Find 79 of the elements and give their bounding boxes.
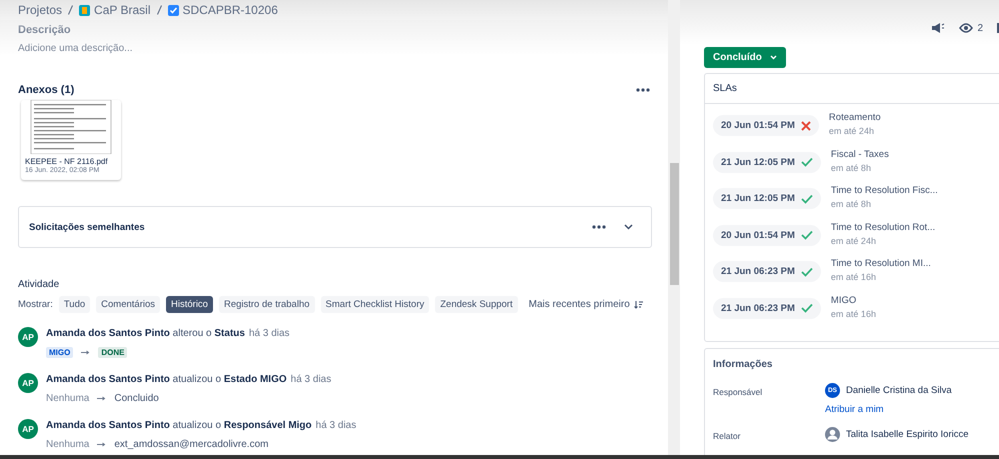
avatar: AP <box>18 419 38 439</box>
more-icon[interactable] <box>592 225 606 229</box>
sla-goal: em até 16h <box>830 308 876 318</box>
sla-time-badge: 20 Jun 01:54 PM <box>713 224 821 246</box>
filter-tab[interactable]: Tudo <box>58 296 90 313</box>
field-label: Responsável <box>713 386 764 399</box>
status-lozenge: DONE <box>98 347 128 358</box>
status-lozenge: MIGO <box>46 347 74 358</box>
filter-tab[interactable]: Registro de trabalho <box>218 296 315 313</box>
sla-time-badge: 21 Jun 06:23 PM <box>713 261 821 282</box>
user-icon <box>825 427 840 442</box>
panel-title: Informações <box>712 358 774 372</box>
sla-name: Time to Resolution Fisc... <box>830 185 938 196</box>
filter-tab[interactable]: Zendesk Support <box>435 296 518 313</box>
filter-tab[interactable]: Histórico <box>166 296 213 313</box>
scrollbar-thumb[interactable] <box>670 163 679 285</box>
check-icon <box>800 157 813 167</box>
sla-time-badge: 21 Jun 06:23 PM <box>713 298 821 318</box>
history-text: Amanda dos Santos Pinto atualizou o Estado MIGO há 3 dias <box>46 374 332 385</box>
filter-tab[interactable]: Smart Checklist History <box>320 296 430 313</box>
watcher-count: 2 <box>977 22 983 34</box>
user-name: Danielle Cristina da Silva <box>846 385 952 396</box>
filter-label: Mostrar: <box>18 299 53 310</box>
section-heading: Descrição <box>18 24 71 36</box>
field-label: Relator <box>713 430 742 442</box>
section-heading: Atividade <box>18 279 60 290</box>
sla-name: Time to Resolution Rot... <box>830 222 936 232</box>
arrow-icon <box>97 396 106 401</box>
arrow-icon <box>97 442 106 447</box>
sla-time-badge: 21 Jun 12:05 PM <box>713 188 821 209</box>
filter-tab[interactable]: Comentários <box>96 296 160 313</box>
sla-goal: em até 16h <box>830 272 877 282</box>
assign-link[interactable]: Atribuir a mim <box>825 404 884 415</box>
project-icon <box>79 4 90 16</box>
more-icon[interactable] <box>636 88 650 92</box>
old-value: Nenhuma <box>46 439 90 450</box>
status-button[interactable]: Concluído <box>704 47 786 68</box>
user-name: Talita Isabelle Espirito Ioricce <box>846 429 968 440</box>
section-heading: Anexos (1) <box>18 84 74 96</box>
cross-icon <box>800 120 811 130</box>
sla-time-badge: 21 Jun 12:05 PM <box>713 152 821 172</box>
file-name: KEEPEE - NF 2116.pdf <box>24 156 109 166</box>
sla-time-badge: 20 Jun 01:54 PM <box>713 115 819 136</box>
sort-button[interactable]: Mais recentes primeiro <box>524 296 648 313</box>
sla-goal: em até 24h <box>830 236 877 246</box>
eye-icon[interactable] <box>959 23 974 33</box>
description-placeholder[interactable]: Adicione uma descrição... <box>18 43 133 54</box>
sla-goal: em até 8h <box>830 162 872 172</box>
check-icon <box>800 266 813 276</box>
panel-title: SLAs <box>705 74 999 104</box>
check-icon <box>800 194 813 204</box>
sort-icon <box>634 300 643 309</box>
breadcrumb-link[interactable]: SDCAPBR-10206 <box>182 3 278 17</box>
chevron-down-icon <box>770 55 777 60</box>
history-text: Amanda dos Santos Pinto alterou o Status há 3 dias <box>46 328 290 339</box>
breadcrumb-link[interactable]: Projetos <box>18 3 62 17</box>
chevron-down-icon[interactable] <box>624 224 633 230</box>
separator-icon <box>156 5 162 15</box>
new-value: Concluido <box>114 393 159 404</box>
checkbox-icon <box>168 4 178 16</box>
history-text: Amanda dos Santos Pinto atualizou o Responsável Migo há 3 dias <box>46 420 356 431</box>
avatar: AP <box>18 373 38 393</box>
sla-name: Fiscal - Taxes <box>830 148 889 160</box>
sla-name: Time to Resolution MI... <box>830 258 931 269</box>
breadcrumb-link[interactable]: CaP Brasil <box>94 3 150 17</box>
megaphone-icon[interactable] <box>931 22 946 34</box>
separator-icon <box>68 5 74 15</box>
arrow-icon <box>81 350 90 355</box>
sla-name: Roteamento <box>828 112 881 123</box>
check-icon <box>800 303 813 313</box>
avatar: AP <box>18 327 38 347</box>
new-value: ext_amdossan@mercadolivre.com <box>114 439 268 450</box>
sla-name: MIGO <box>830 294 858 306</box>
sla-goal: em até 8h <box>830 199 872 209</box>
check-icon <box>800 230 813 240</box>
similar-requests-panel[interactable]: Solicitações semelhantes <box>18 206 652 248</box>
document-thumbnail-icon <box>30 100 112 154</box>
old-value: Nenhuma <box>46 393 90 404</box>
sla-goal: em até 24h <box>828 126 875 136</box>
